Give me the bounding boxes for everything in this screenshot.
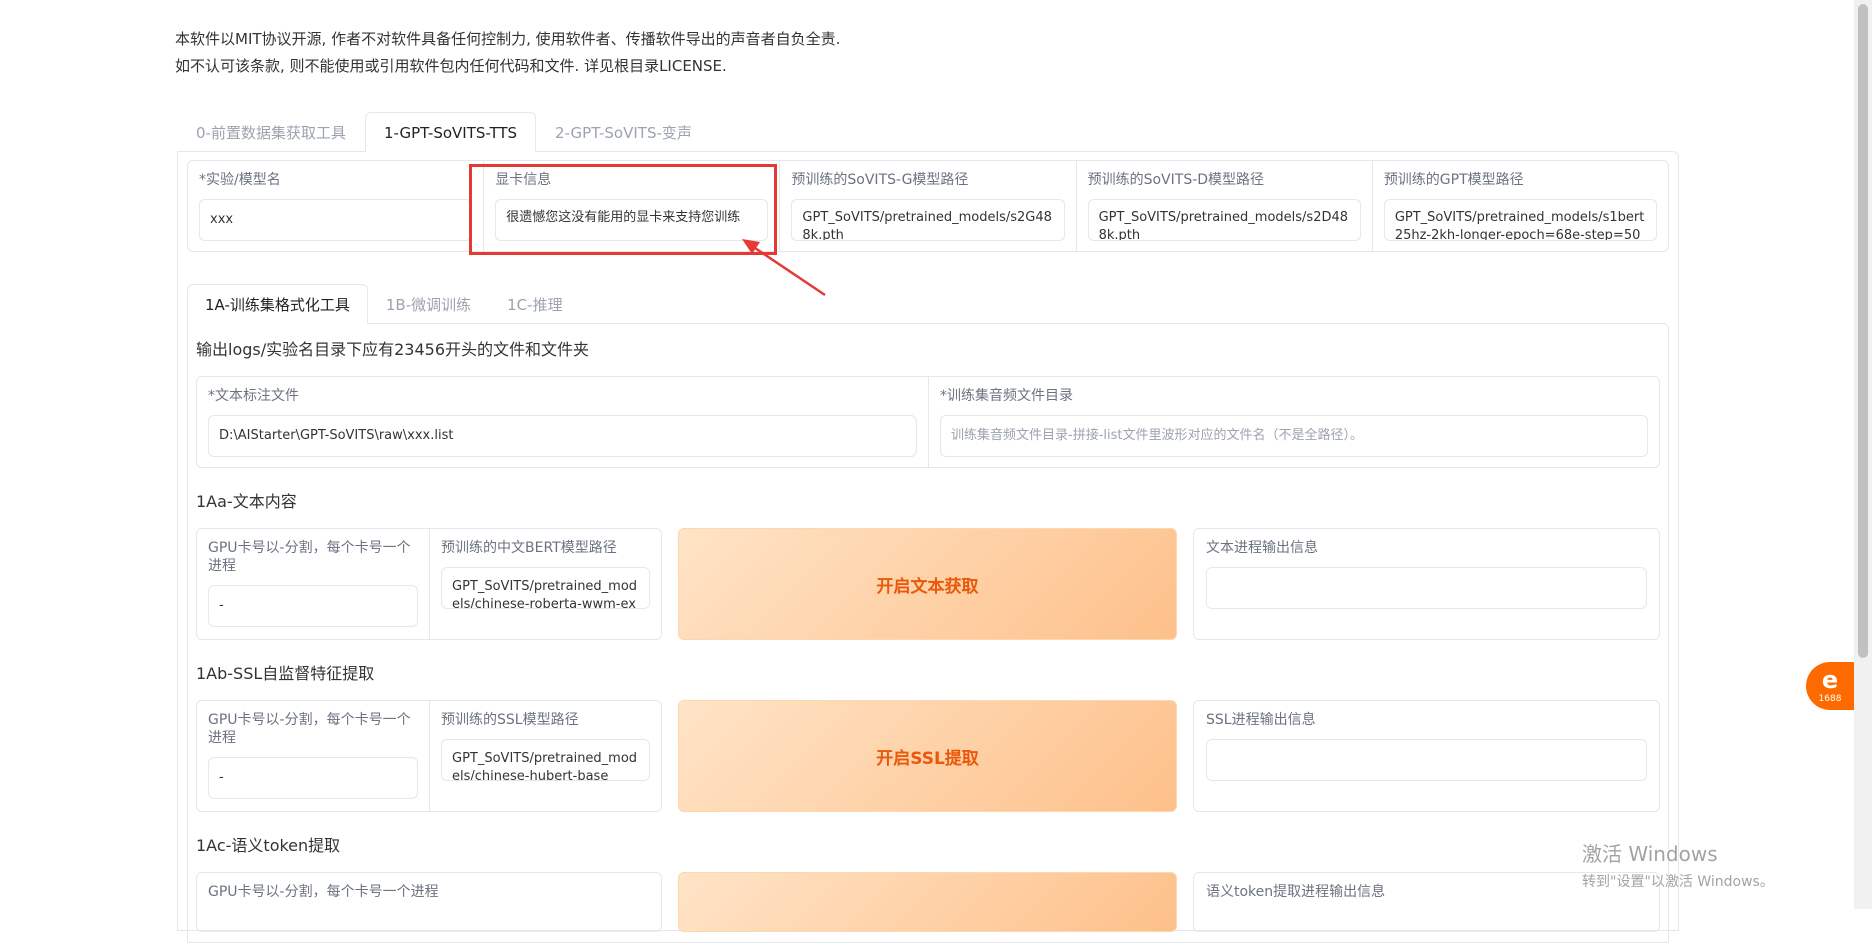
section-1aa-model-cell: 预训练的中文BERT模型路径 GPT_SoVITS/pretrained_mod…: [430, 529, 661, 639]
section-1ab-model-label: 预训练的SSL模型路径: [441, 712, 579, 728]
float-icon-text: 1688: [1818, 694, 1842, 704]
tab-dataset-tools[interactable]: 0-前置数据集获取工具: [177, 112, 365, 152]
start-token-extract-button[interactable]: [678, 872, 1177, 932]
tab-voice-change[interactable]: 2-GPT-SoVITS-变声: [536, 112, 711, 152]
alibaba-1688-float-icon[interactable]: e 1688: [1806, 662, 1854, 710]
section-1ab-model-cell: 预训练的SSL模型路径 GPT_SoVITS/pretrained_models…: [430, 701, 661, 811]
section-1ab-output-textbox[interactable]: [1206, 739, 1647, 781]
tab-inference[interactable]: 1C-推理: [489, 284, 580, 324]
gpt-model-input[interactable]: GPT_SoVITS/pretrained_models/s1bert25hz-…: [1383, 199, 1658, 241]
watermark-line-1: 激活 Windows: [1582, 842, 1718, 866]
main-tabs: 0-前置数据集获取工具 1-GPT-SoVITS-TTS 2-GPT-SoVIT…: [177, 112, 711, 152]
section-1ab-title: 1Ab-SSL自监督特征提取: [196, 664, 375, 683]
audio-dir-cell: *训练集音频文件目录 训练集音频文件目录-拼接-list文件里波形对应的文件名（…: [929, 377, 1659, 467]
sovits-d-cell: 预训练的SoVITS-D模型路径 GPT_SoVITS/pretrained_m…: [1077, 161, 1373, 251]
sovits-g-label: 预训练的SoVITS-G模型路径: [791, 172, 969, 188]
section-1aa-output-box: 文本进程输出信息: [1193, 528, 1660, 640]
section-1ac-params: GPU卡号以-分割，每个卡号一个进程: [196, 872, 662, 932]
gpt-model-cell: 预训练的GPT模型路径 GPT_SoVITS/pretrained_models…: [1373, 161, 1668, 251]
disclaimer-line-2: 如不认可该条款, 则不能使用或引用软件包内任何代码和文件. 详见根目录LICEN…: [175, 57, 727, 75]
section-1ab-output-label: SSL进程输出信息: [1206, 712, 1316, 728]
section-1ab-gpu-cell: GPU卡号以-分割，每个卡号一个进程 -: [197, 701, 430, 811]
disclaimer-line-1: 本软件以MIT协议开源, 作者不对软件具备任何控制力, 使用软件者、传播软件导出…: [175, 30, 841, 48]
start-ssl-extract-button[interactable]: 开启SSL提取: [678, 700, 1177, 812]
section-1aa-output-textbox[interactable]: [1206, 567, 1647, 609]
section-1aa-title: 1Aa-文本内容: [196, 492, 297, 511]
watermark-line-2: 转到"设置"以激活 Windows。: [1582, 874, 1774, 890]
section-1ac-title: 1Ac-语义token提取: [196, 836, 341, 855]
exp-name-cell: *实验/模型名 xxx: [188, 161, 485, 251]
section-1ab-params: GPU卡号以-分割，每个卡号一个进程 - 预训练的SSL模型路径 GPT_SoV…: [196, 700, 662, 812]
section-1ac-output-label: 语义token提取进程输出信息: [1206, 884, 1386, 900]
section-1ab-model-input[interactable]: GPT_SoVITS/pretrained_models/chinese-hub…: [441, 739, 650, 781]
sovits-d-input[interactable]: GPT_SoVITS/pretrained_models/s2D488k.pth: [1087, 199, 1361, 241]
section-1ab-gpu-label: GPU卡号以-分割，每个卡号一个进程: [208, 712, 411, 746]
text-label-file-cell: *文本标注文件 D:\AIStarter\GPT-SoVITS\raw\xxx.…: [197, 377, 929, 467]
section-1aa-gpu-label: GPU卡号以-分割，每个卡号一个进程: [208, 540, 411, 574]
scrollbar-thumb[interactable]: [1858, 4, 1868, 658]
exp-name-label: *实验/模型名: [199, 172, 281, 188]
section-1aa-gpu-cell: GPU卡号以-分割，每个卡号一个进程 -: [197, 529, 430, 639]
section-1ac-gpu-label: GPU卡号以-分割，每个卡号一个进程: [208, 884, 439, 900]
section-1aa-model-label: 预训练的中文BERT模型路径: [441, 540, 617, 556]
section-1aa-params: GPU卡号以-分割，每个卡号一个进程 - 预训练的中文BERT模型路径 GPT_…: [196, 528, 662, 640]
section-1aa-gpu-input[interactable]: -: [208, 585, 418, 627]
section-1aa-model-input[interactable]: GPT_SoVITS/pretrained_models/chinese-rob…: [441, 567, 650, 609]
windows-activation-watermark: 激活 Windows 转到"设置"以激活 Windows。: [1582, 838, 1774, 891]
tab-finetune[interactable]: 1B-微调训练: [368, 284, 489, 324]
section-1ac-gpu-cell: GPU卡号以-分割，每个卡号一个进程: [197, 873, 439, 931]
start-text-extract-button[interactable]: 开启文本获取: [678, 528, 1177, 640]
tab-gpt-sovits-tts[interactable]: 1-GPT-SoVITS-TTS: [364, 112, 537, 152]
annotation-arrow-icon: [742, 239, 826, 297]
section-1aa-output-label: 文本进程输出信息: [1206, 540, 1318, 556]
gpt-model-label: 预训练的GPT模型路径: [1383, 172, 1524, 188]
section-1ab-gpu-input[interactable]: -: [208, 757, 418, 799]
sub-tabs: 1A-训练集格式化工具 1B-微调训练 1C-推理: [187, 284, 581, 324]
config-row: *实验/模型名 xxx 显卡信息 很遗憾您这没有能用的显卡来支持您训练 预训练的…: [187, 160, 1669, 252]
text-label-file-input[interactable]: D:\AIStarter\GPT-SoVITS\raw\xxx.list: [208, 415, 917, 457]
exp-name-input[interactable]: xxx: [199, 199, 473, 241]
section-1ab-output-box: SSL进程输出信息: [1193, 700, 1660, 812]
text-label-file-label: *文本标注文件: [208, 388, 299, 404]
sovits-g-input[interactable]: GPT_SoVITS/pretrained_models/s2G488k.pth: [791, 199, 1065, 241]
tab-format-tool[interactable]: 1A-训练集格式化工具: [187, 284, 368, 324]
dataset-path-group: *文本标注文件 D:\AIStarter\GPT-SoVITS\raw\xxx.…: [196, 376, 1660, 468]
audio-dir-label: *训练集音频文件目录: [940, 388, 1073, 404]
audio-dir-input[interactable]: 训练集音频文件目录-拼接-list文件里波形对应的文件名（不是全路径）。: [940, 415, 1648, 457]
format-output-note: 输出logs/实验名目录下应有23456开头的文件和文件夹: [196, 340, 590, 359]
sovits-d-label: 预训练的SoVITS-D模型路径: [1087, 172, 1265, 188]
float-icon-glyph: e: [1821, 666, 1839, 694]
license-disclaimer: 本软件以MIT协议开源, 作者不对软件具备任何控制力, 使用软件者、传播软件导出…: [175, 26, 840, 80]
